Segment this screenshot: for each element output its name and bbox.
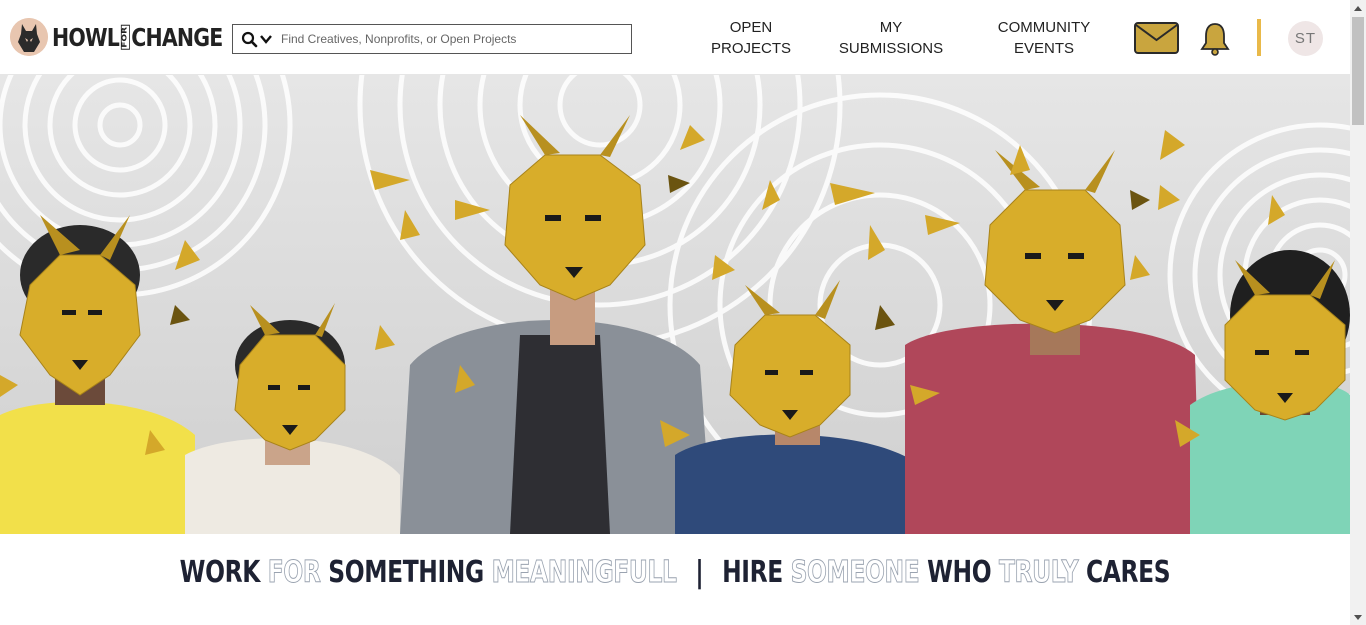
nav-my-submissions-line2: SUBMISSIONS — [838, 40, 944, 57]
tagline-word: SOMETHING — [328, 555, 484, 590]
scroll-up-arrow[interactable] — [1350, 0, 1366, 16]
scroll-down-arrow[interactable] — [1350, 609, 1366, 625]
tagline-word-outline: SOMEONE — [790, 555, 920, 591]
nav-community-events-line1: COMMUNITY — [997, 19, 1091, 36]
logo-word-for: FOR — [120, 24, 130, 50]
nav-community-events[interactable]: COMMUNITY EVENTS — [988, 17, 1100, 59]
search-input[interactable] — [281, 26, 631, 52]
scroll-thumb[interactable] — [1352, 17, 1364, 125]
chevron-down-icon — [260, 35, 272, 44]
search-icon — [241, 31, 258, 47]
search-bar — [232, 24, 632, 54]
nav-open-projects[interactable]: OPEN PROJECTS — [700, 17, 802, 59]
tagline-word-outline: TRULY — [999, 555, 1079, 591]
header-divider — [1257, 19, 1261, 56]
tagline-word: HIRE — [722, 555, 783, 590]
tagline-word-outline: FOR — [267, 555, 321, 591]
logo-word-change: CHANGE — [131, 22, 223, 52]
bell-icon[interactable] — [1199, 21, 1231, 56]
tagline-word: CARES — [1086, 555, 1171, 590]
page-scrollbar[interactable] — [1350, 0, 1366, 625]
wolf-logo-icon — [10, 18, 48, 56]
nav-open-projects-line1: OPEN — [729, 19, 773, 36]
nav-community-events-line2: EVENTS — [1013, 40, 1074, 57]
mail-icon[interactable] — [1134, 22, 1179, 54]
nav-my-submissions-line1: MY — [879, 19, 903, 36]
top-header: HOWL FOR CHANGE OPEN PROJECTS MY SUBMISS… — [0, 0, 1350, 75]
tagline-word: WHO — [927, 555, 992, 590]
nav-my-submissions[interactable]: MY SUBMISSIONS — [832, 17, 950, 59]
brand-logo[interactable]: HOWL FOR CHANGE — [10, 17, 260, 57]
tagline-word: WORK — [179, 555, 261, 590]
nav-open-projects-line2: PROJECTS — [710, 40, 791, 57]
hero-banner — [0, 75, 1350, 534]
logo-word-howl: HOWL — [52, 22, 120, 52]
hero-image-wolf-masked-people — [0, 75, 1350, 534]
search-scope-dropdown[interactable] — [241, 31, 273, 48]
hero-tagline: WORK FOR SOMETHING MEANINGFULL | HIRE SO… — [0, 555, 1350, 591]
tagline-word-outline: MEANINGFULL — [491, 555, 677, 591]
tagline-separator: | — [695, 555, 704, 590]
user-avatar[interactable]: ST — [1288, 21, 1323, 56]
